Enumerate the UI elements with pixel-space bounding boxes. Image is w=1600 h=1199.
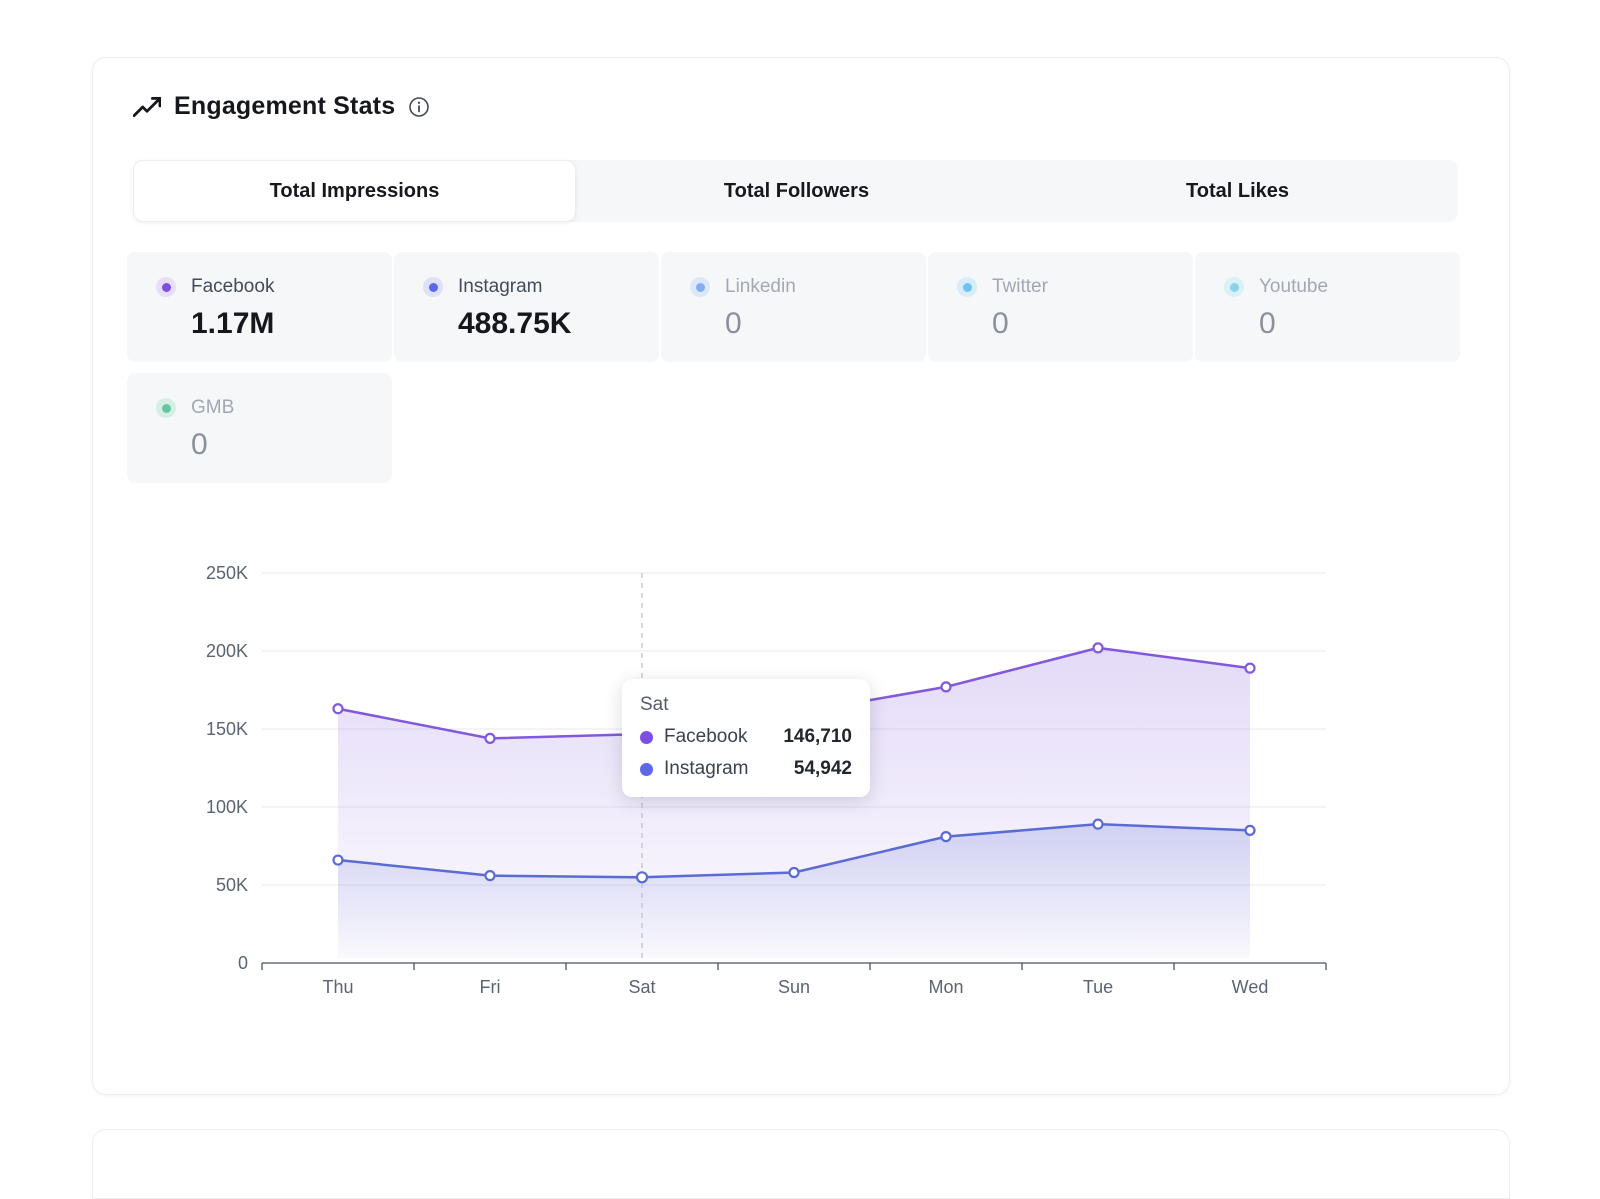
svg-text:Thu: Thu	[322, 977, 353, 997]
instagram-dot-icon	[640, 763, 653, 776]
tooltip-series-label: Instagram	[664, 758, 748, 780]
tooltip-category: Sat	[640, 694, 852, 716]
svg-text:100K: 100K	[206, 797, 248, 817]
svg-text:Sat: Sat	[628, 977, 655, 997]
svg-text:50K: 50K	[216, 875, 248, 895]
svg-text:Mon: Mon	[928, 977, 963, 997]
svg-text:200K: 200K	[206, 641, 248, 661]
svg-text:Fri: Fri	[480, 977, 501, 997]
tooltip-series-label: Facebook	[664, 726, 747, 748]
engagement-line-chart[interactable]: 250K 200K 150K 100K 50K 0 Thu Fri Sat Sun Mon Tue We…	[0, 0, 1600, 1080]
svg-text:Tue: Tue	[1083, 977, 1113, 997]
facebook-dot-icon	[640, 731, 653, 744]
tooltip-series-value: 54,942	[794, 758, 852, 780]
chart-tooltip: Sat Facebook 146,710 Instagram 54,942	[622, 679, 870, 797]
tooltip-row-instagram: Instagram 54,942	[640, 758, 852, 780]
svg-text:Sun: Sun	[778, 977, 810, 997]
tooltip-row-facebook: Facebook 146,710	[640, 726, 852, 748]
tooltip-series-value: 146,710	[783, 726, 852, 748]
chart-canvas: 250K 200K 150K 100K 50K 0 Thu Fri Sat Sun Mon Tue We…	[0, 0, 1600, 1080]
next-section-card	[92, 1129, 1510, 1199]
svg-text:0: 0	[238, 953, 248, 973]
svg-text:Wed: Wed	[1232, 977, 1269, 997]
svg-text:150K: 150K	[206, 719, 248, 739]
svg-text:250K: 250K	[206, 563, 248, 583]
